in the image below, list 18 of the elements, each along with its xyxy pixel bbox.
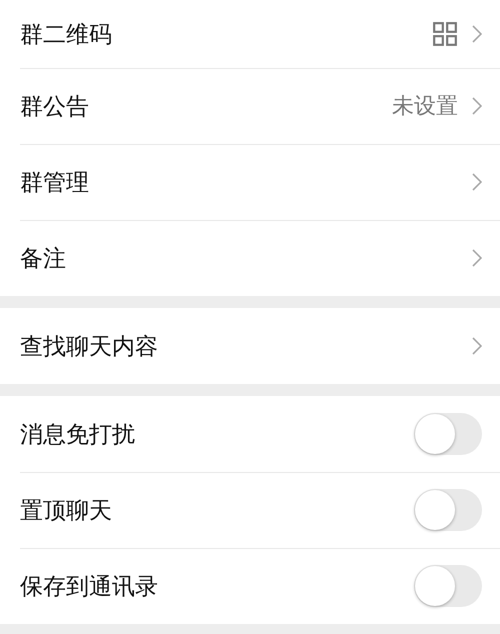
row-label: 置顶聊天 — [20, 496, 112, 526]
row-label: 查找聊天内容 — [20, 332, 158, 362]
toggle-switch[interactable] — [414, 565, 482, 607]
chevron-right-icon[interactable] — [472, 249, 482, 267]
chevron-right-icon[interactable] — [472, 337, 482, 355]
row-label: 保存到通讯录 — [20, 572, 158, 602]
row-label: 消息免打扰 — [20, 420, 135, 450]
toggle-switch[interactable] — [414, 413, 482, 455]
row-label: 群管理 — [20, 168, 89, 198]
row-label: 群公告 — [20, 92, 89, 122]
chevron-right-icon[interactable] — [472, 25, 482, 43]
chevron-right-icon[interactable] — [472, 97, 482, 115]
row-value: 未设置 — [392, 93, 458, 121]
row-label: 备注 — [20, 244, 66, 274]
chevron-right-icon[interactable] — [472, 173, 482, 191]
toggle-switch[interactable] — [414, 489, 482, 531]
row-label: 群二维码 — [20, 20, 112, 50]
qr-code-icon — [432, 21, 458, 47]
